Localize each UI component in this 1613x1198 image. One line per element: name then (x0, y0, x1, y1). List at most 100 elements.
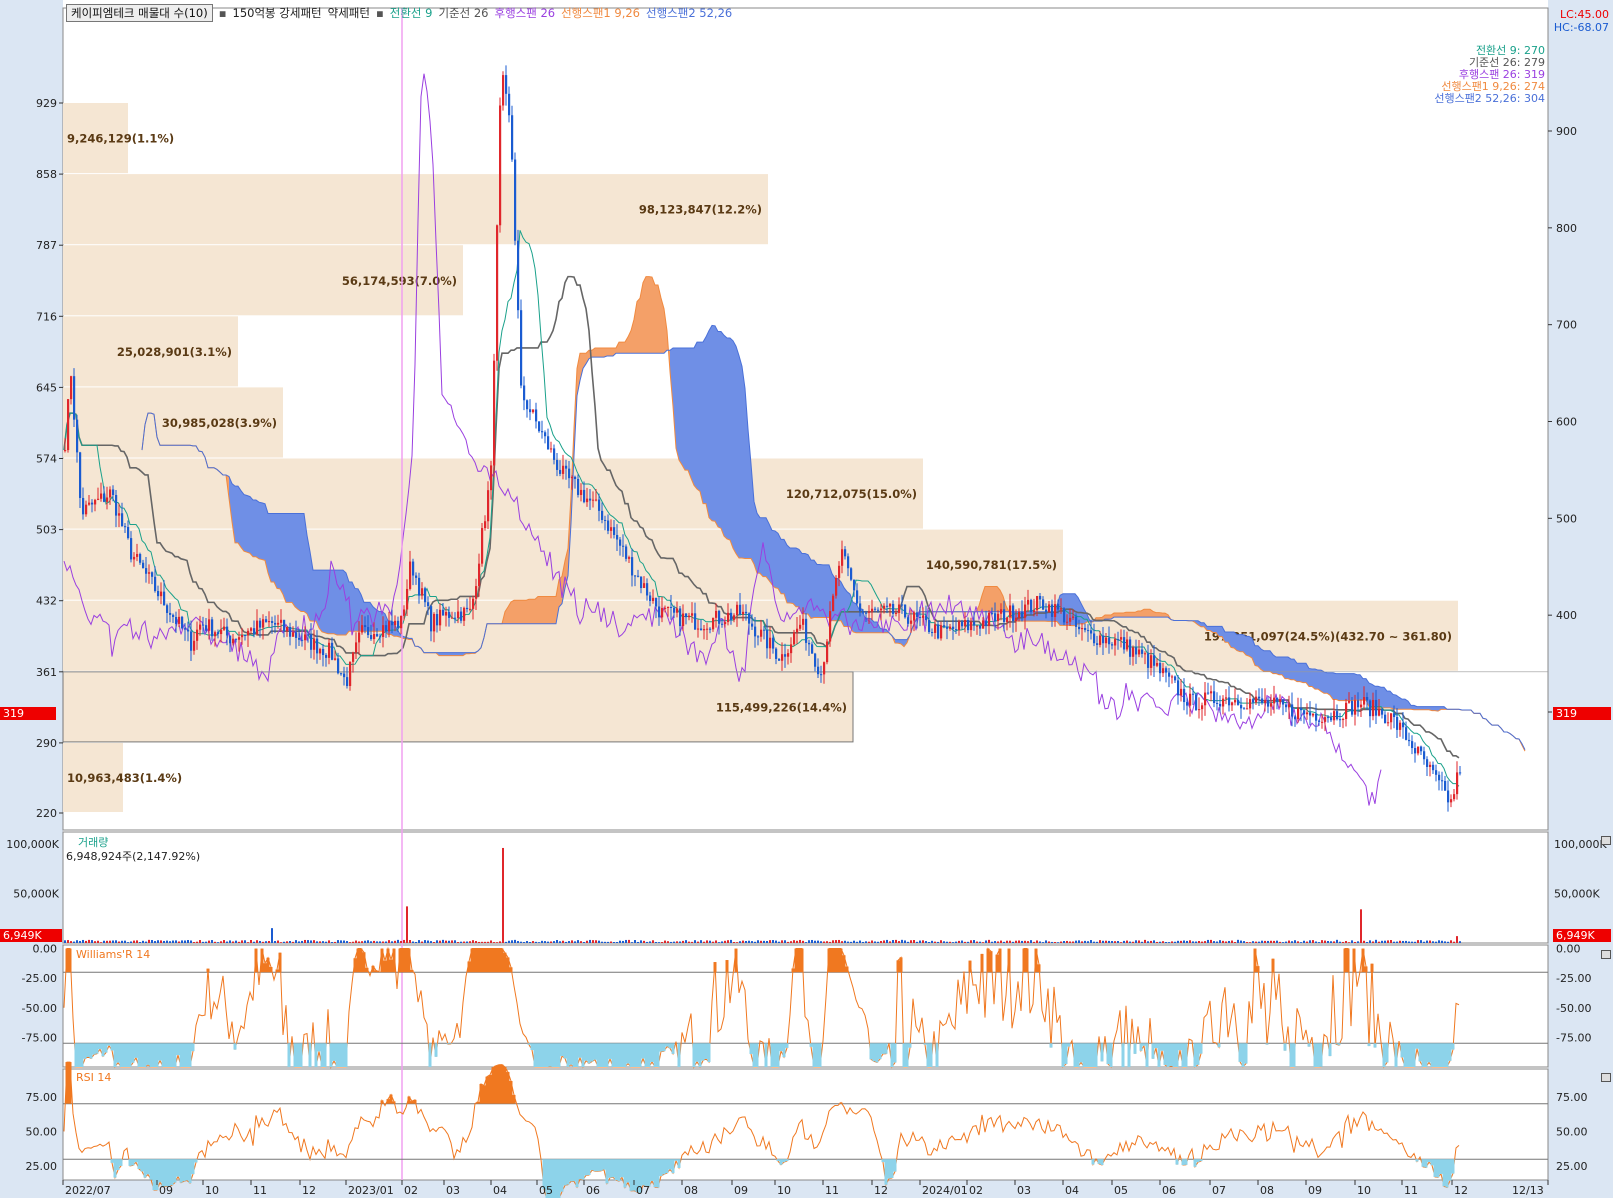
volume-bar (907, 941, 909, 943)
cloud-segment (526, 599, 529, 624)
candle-body (166, 605, 169, 613)
candle-body (538, 421, 541, 432)
cloud-segment (523, 600, 526, 624)
volume-bar (625, 939, 627, 943)
williams-tick-left: -25.00 (22, 972, 57, 985)
volume-bar (1264, 940, 1266, 943)
lc-value: LC:45.00 (1559, 8, 1609, 21)
volume-bar (493, 942, 495, 943)
x-tick-label: 12 (1454, 1184, 1468, 1197)
volume-bar (349, 942, 351, 943)
volume-bar (1387, 940, 1389, 943)
cloud-segment (1213, 626, 1216, 633)
cloud-segment (1246, 636, 1249, 657)
candle-body (1234, 699, 1237, 703)
volume-bar (1123, 940, 1125, 943)
rsi-panel-toggle[interactable] (1601, 1073, 1611, 1082)
volume-bar (628, 939, 630, 943)
cloud-segment (1297, 663, 1300, 682)
candle-body (1420, 746, 1423, 752)
candle-body (892, 603, 895, 614)
candle-body (1438, 774, 1441, 781)
volume-bar (1399, 940, 1401, 943)
volume-bar (1144, 939, 1146, 943)
candle-body (601, 510, 604, 520)
cloud-segment (1318, 670, 1321, 692)
candle-body (331, 642, 334, 660)
volume-bar (196, 941, 198, 943)
volume-bar (88, 939, 90, 943)
candle-body (151, 572, 154, 577)
candle-body (1081, 627, 1084, 630)
volume-bar (1402, 940, 1404, 943)
candle-body (853, 579, 856, 591)
volume-bar (721, 941, 723, 943)
cloud-segment (1333, 672, 1336, 700)
volume-bar (535, 941, 537, 943)
cloud-segment (253, 500, 256, 557)
volume-bar (1006, 940, 1008, 943)
volume-bar (1210, 939, 1212, 943)
cloud-segment (601, 347, 604, 358)
cloud-segment (727, 338, 730, 540)
candle-body (487, 490, 490, 522)
cloud-segment (283, 513, 286, 603)
cloud-segment (541, 596, 544, 624)
cloud-segment (652, 277, 655, 354)
candle-body (1033, 610, 1036, 612)
volume-tick-left: 100,000K (6, 838, 59, 851)
williams-tick-right: -50.00 (1556, 1002, 1591, 1015)
volume-bar (1060, 941, 1062, 943)
price-tick-left: 645 (36, 381, 57, 394)
candle-body (844, 549, 847, 557)
cloud-segment (721, 331, 724, 537)
candle-body (1327, 717, 1330, 719)
candle-body (1180, 688, 1183, 696)
volume-bar (265, 941, 267, 943)
senkou1-label: 선행스팬1 9,26 (561, 6, 640, 20)
cloud-segment (694, 342, 697, 490)
cloud-segment (1114, 613, 1117, 618)
volume-bar (376, 941, 378, 943)
volume-bar (313, 940, 315, 943)
candle-body (1351, 700, 1354, 715)
volume-bar (853, 940, 855, 943)
volume-bar (373, 940, 375, 943)
candle-body (1063, 608, 1066, 623)
senkou2-label: 선행스팬2 52,26 (646, 6, 733, 20)
volume-bar (415, 941, 417, 943)
volume-bar (685, 940, 687, 943)
candle-body (733, 615, 736, 620)
volume-bar (1408, 941, 1410, 943)
candle-body (991, 612, 994, 614)
volume-bar (511, 940, 513, 943)
candle-body (1303, 710, 1306, 715)
candle-body (490, 465, 493, 491)
candle-body (1165, 668, 1168, 673)
cloud-segment (1339, 673, 1342, 701)
volume-bar (208, 940, 210, 943)
volume-bar (103, 940, 105, 943)
bullet-icon: ▪ (218, 6, 227, 20)
stock-title[interactable]: 케이피엠테크 매물대 수(10) (66, 4, 213, 22)
volume-bar (160, 940, 162, 943)
candle-body (406, 588, 409, 610)
volume-panel-toggle[interactable] (1601, 836, 1611, 845)
cloud-segment (796, 548, 799, 607)
candle-body (1300, 708, 1303, 711)
candle-body (937, 624, 940, 639)
candle-body (1057, 604, 1060, 610)
candle-body (430, 606, 433, 632)
candle-body (1048, 604, 1051, 613)
candle-body (1276, 697, 1279, 702)
volume-bar (241, 940, 243, 943)
williams-panel-toggle[interactable] (1601, 950, 1611, 959)
volume-bar (655, 941, 657, 943)
cloud-segment (1219, 626, 1222, 637)
candle-body (343, 673, 346, 678)
volume-bar (1192, 941, 1194, 943)
volume-bar (475, 941, 477, 943)
cloud-segment (1351, 673, 1354, 701)
volume-bar (367, 940, 369, 943)
volume-bar (1429, 940, 1431, 943)
